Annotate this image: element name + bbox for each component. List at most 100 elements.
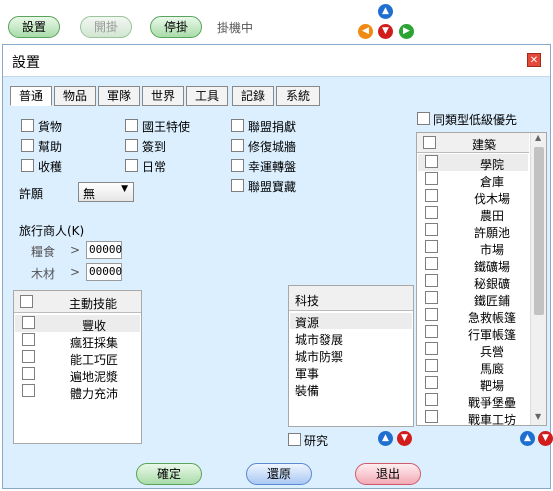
skill-label: 豐收 bbox=[82, 319, 107, 333]
skill-checkbox[interactable] bbox=[22, 350, 35, 363]
alliance-donate-checkbox[interactable] bbox=[231, 119, 244, 132]
help-checkbox[interactable] bbox=[21, 139, 34, 152]
settings-dialog: 設置 ✕ 普通 物品 軍隊 世界 工具 記錄 系統 貨物 幫助 收穫 國王特使 … bbox=[2, 44, 553, 489]
building-checkbox[interactable] bbox=[425, 342, 438, 355]
tech-item[interactable]: 城市防禦 bbox=[295, 348, 343, 365]
skill-label: 體力充沛 bbox=[70, 387, 119, 401]
tab-items[interactable]: 物品 bbox=[54, 86, 96, 106]
goods-label: 貨物 bbox=[38, 120, 63, 134]
tech-item[interactable]: 城市發展 bbox=[295, 331, 343, 348]
building-label: 鐵匠鋪 bbox=[473, 294, 510, 308]
settings-button[interactable]: 設置 bbox=[8, 16, 60, 38]
tech-item[interactable]: 軍事 bbox=[295, 365, 319, 382]
tech-item[interactable]: 裝備 bbox=[295, 382, 319, 399]
buildings-header: 建築 bbox=[417, 133, 529, 153]
buildings-move-up-icon[interactable]: ▲ bbox=[520, 431, 535, 446]
tech-item[interactable]: 資源 bbox=[295, 314, 319, 331]
building-label: 農田 bbox=[479, 209, 504, 223]
start-button[interactable]: 開掛 bbox=[80, 16, 132, 38]
goods-checkbox[interactable] bbox=[21, 119, 34, 132]
building-checkbox[interactable] bbox=[425, 376, 438, 389]
skill-checkbox[interactable] bbox=[22, 333, 35, 346]
building-checkbox[interactable] bbox=[425, 206, 438, 219]
low-level-priority-checkbox[interactable] bbox=[417, 112, 430, 125]
reset-button[interactable]: 還原 bbox=[246, 463, 312, 485]
tech-panel: 科技 資源 城市發展 城市防禦 軍事 裝備 bbox=[288, 285, 414, 427]
buildings-move-down-icon[interactable]: ▼ bbox=[538, 431, 553, 446]
tab-army[interactable]: 軍隊 bbox=[98, 86, 140, 106]
tech-move-down-icon[interactable]: ▼ bbox=[397, 431, 412, 446]
building-checkbox[interactable] bbox=[425, 189, 438, 202]
building-label: 戰車工坊 bbox=[467, 413, 516, 426]
arrow-left-icon[interactable]: ◀ bbox=[358, 24, 373, 39]
close-icon[interactable]: ✕ bbox=[527, 53, 541, 67]
wish-select[interactable]: 無 ▼ bbox=[78, 182, 134, 202]
skills-header: 主動技能 bbox=[14, 291, 141, 313]
wood-input[interactable]: 00000 bbox=[86, 263, 122, 281]
building-checkbox[interactable] bbox=[425, 172, 438, 185]
research-checkbox[interactable] bbox=[288, 433, 301, 446]
building-label: 伐木場 bbox=[473, 192, 510, 206]
buildings-scrollbar[interactable]: ▲ ▼ bbox=[530, 133, 546, 425]
building-checkbox[interactable] bbox=[425, 359, 438, 372]
skills-select-all-checkbox[interactable] bbox=[20, 295, 33, 308]
building-label: 倉庫 bbox=[479, 175, 504, 189]
building-checkbox[interactable] bbox=[425, 325, 438, 338]
building-checkbox[interactable] bbox=[425, 308, 438, 321]
merchant-title: 旅行商人(K) bbox=[19, 224, 85, 238]
tab-system[interactable]: 系統 bbox=[276, 86, 320, 106]
building-checkbox[interactable] bbox=[425, 393, 438, 406]
scroll-down-icon[interactable]: ▼ bbox=[535, 412, 541, 421]
alliance-treasure-checkbox[interactable] bbox=[231, 179, 244, 192]
arrow-right-icon[interactable]: ▶ bbox=[399, 24, 414, 39]
help-label: 幫助 bbox=[38, 140, 63, 154]
scroll-thumb[interactable] bbox=[534, 147, 544, 315]
dialog-titlebar: 設置 ✕ bbox=[3, 45, 550, 77]
arrow-down-icon[interactable]: ▼ bbox=[378, 24, 393, 39]
skill-checkbox[interactable] bbox=[22, 367, 35, 380]
chevron-down-icon: ▼ bbox=[121, 184, 128, 194]
building-label: 學院 bbox=[479, 158, 504, 172]
wish-select-value: 無 bbox=[83, 187, 96, 201]
building-label: 市場 bbox=[479, 243, 504, 257]
building-label: 戰爭堡壘 bbox=[467, 396, 516, 410]
scroll-up-icon[interactable]: ▲ bbox=[535, 133, 541, 142]
buildings-select-all-checkbox[interactable] bbox=[423, 136, 436, 149]
building-checkbox[interactable] bbox=[425, 291, 438, 304]
daily-label: 日常 bbox=[142, 160, 167, 174]
food-input[interactable]: 00000 bbox=[86, 241, 122, 259]
dialog-title: 設置 bbox=[12, 55, 40, 71]
lucky-wheel-label: 幸運轉盤 bbox=[248, 160, 297, 174]
checkin-checkbox[interactable] bbox=[125, 139, 138, 152]
wood-gt: > bbox=[70, 265, 81, 279]
tab-log[interactable]: 記錄 bbox=[232, 86, 274, 106]
building-label: 秘銀礦 bbox=[473, 277, 510, 291]
skill-checkbox[interactable] bbox=[22, 316, 35, 329]
building-checkbox[interactable] bbox=[425, 410, 438, 423]
building-label: 急救帳篷 bbox=[467, 311, 516, 325]
building-label: 行軍帳篷 bbox=[467, 328, 516, 342]
arrow-up-icon[interactable]: ▲ bbox=[378, 4, 393, 19]
repair-wall-checkbox[interactable] bbox=[231, 139, 244, 152]
tab-world[interactable]: 世界 bbox=[142, 86, 184, 106]
building-checkbox[interactable] bbox=[425, 257, 438, 270]
tab-tools[interactable]: 工具 bbox=[186, 86, 228, 106]
tab-general[interactable]: 普通 bbox=[10, 86, 52, 106]
stop-button[interactable]: 停掛 bbox=[150, 16, 202, 38]
skills-panel: 主動技能 豐收 瘋狂採集 能工巧匠 遍地泥漿 體力充沛 bbox=[13, 290, 142, 444]
tech-move-up-icon[interactable]: ▲ bbox=[378, 431, 393, 446]
building-checkbox[interactable] bbox=[425, 240, 438, 253]
envoy-checkbox[interactable] bbox=[125, 119, 138, 132]
checkin-label: 簽到 bbox=[142, 140, 167, 154]
repair-wall-label: 修復城牆 bbox=[248, 140, 297, 154]
building-checkbox[interactable] bbox=[425, 274, 438, 287]
daily-checkbox[interactable] bbox=[125, 159, 138, 172]
building-checkbox[interactable] bbox=[425, 223, 438, 236]
harvest-checkbox[interactable] bbox=[21, 159, 34, 172]
skills-header-label: 主動技能 bbox=[69, 297, 118, 311]
ok-button[interactable]: 確定 bbox=[136, 463, 202, 485]
building-checkbox[interactable] bbox=[425, 155, 438, 168]
lucky-wheel-checkbox[interactable] bbox=[231, 159, 244, 172]
exit-button[interactable]: 退出 bbox=[355, 463, 421, 485]
skill-checkbox[interactable] bbox=[22, 384, 35, 397]
